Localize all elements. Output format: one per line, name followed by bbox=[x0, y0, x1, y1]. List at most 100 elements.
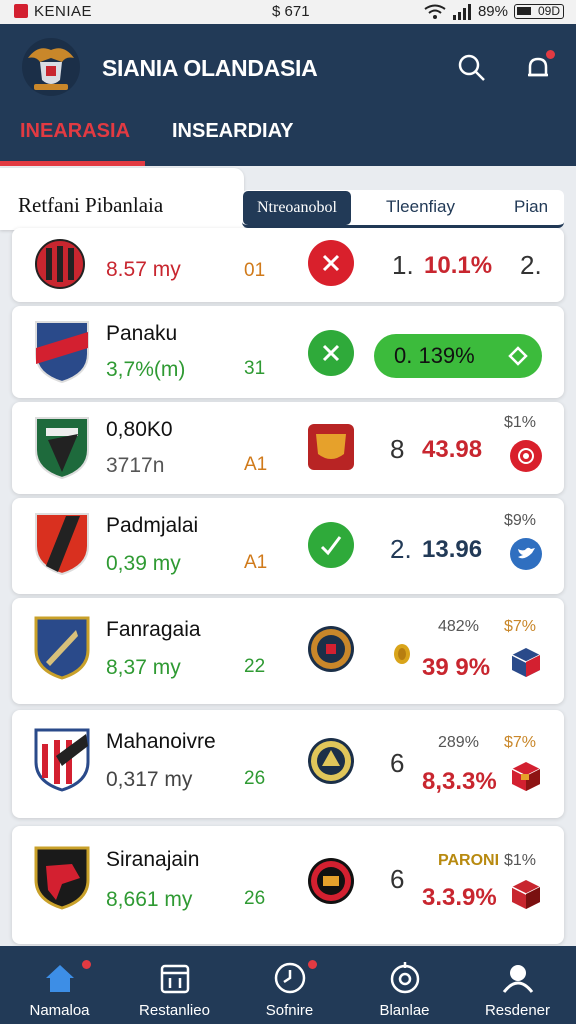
notifications-button[interactable] bbox=[518, 48, 558, 88]
row-percent: 3.3.9% bbox=[422, 884, 497, 911]
section-title: Retfani Pibanlaia bbox=[18, 193, 164, 217]
row-code: A1 bbox=[244, 454, 268, 475]
nav-schedule[interactable]: Restanlieo bbox=[117, 946, 232, 1024]
row-code: A1 bbox=[244, 552, 268, 573]
cube-icon[interactable] bbox=[510, 760, 542, 792]
team-crest-icon bbox=[35, 239, 85, 289]
status-bar: KENIAE $ 671 89% 09D bbox=[0, 0, 576, 24]
search-button[interactable] bbox=[452, 48, 492, 88]
row-code: 26 bbox=[244, 888, 266, 909]
search-icon bbox=[458, 54, 485, 81]
list-item[interactable]: Fanragaia 8,37 my 22 39 9% 482% $7% bbox=[12, 598, 564, 704]
nav-standings[interactable]: Blanlae bbox=[347, 946, 462, 1024]
signal-icon bbox=[452, 3, 471, 20]
club-emblem-icon bbox=[308, 738, 354, 784]
nav-label: Namaloa bbox=[29, 1002, 90, 1019]
home-icon bbox=[46, 965, 74, 992]
battery-percent: 89% bbox=[477, 3, 508, 20]
team-crest-icon bbox=[34, 616, 90, 680]
row-value: 8.57 my bbox=[106, 258, 181, 281]
row-value: 0,317 my bbox=[106, 768, 193, 791]
row-top-label: 289% bbox=[438, 734, 479, 751]
nav-profile[interactable]: Resdener bbox=[460, 946, 575, 1024]
app-notification-icon bbox=[14, 4, 28, 18]
team-crest-icon bbox=[34, 728, 90, 792]
row-top-label: 482% bbox=[438, 618, 479, 635]
swap-badge-icon[interactable] bbox=[308, 240, 354, 286]
pill-value: 0. 139% bbox=[394, 343, 475, 368]
team-name: Fanragaia bbox=[106, 618, 201, 641]
team-name: Panaku bbox=[106, 322, 178, 345]
app-header: SIANIA OLANDASIA INEARASIA INSEARDIAY bbox=[0, 24, 576, 166]
row-percent: 10.1% bbox=[424, 252, 493, 279]
check-badge-icon[interactable] bbox=[308, 522, 354, 568]
row-rank: 2. bbox=[390, 534, 412, 564]
bird-icon[interactable] bbox=[510, 538, 542, 570]
row-value: 0,39 my bbox=[106, 552, 181, 575]
highlight-pill[interactable]: 0. 139% bbox=[374, 334, 542, 378]
club-emblem-icon bbox=[308, 626, 354, 672]
status-center-text: $ 671 bbox=[272, 3, 310, 20]
tab-inearasia[interactable]: INEARASIA bbox=[20, 120, 130, 143]
tab-inseardiay[interactable]: INSEARDIAY bbox=[172, 120, 294, 143]
row-top-label-2: $7% bbox=[504, 734, 537, 751]
row-code: 31 bbox=[244, 358, 266, 379]
row-rank: 6 bbox=[390, 748, 405, 778]
wifi-icon bbox=[424, 4, 446, 19]
list-item[interactable]: Panaku 3,7%(m) 31 0. 139% bbox=[12, 306, 564, 398]
row-percent: 39 9% bbox=[422, 654, 491, 681]
list-item[interactable]: 8.57 my 01 1. 10.1% 2. bbox=[12, 228, 564, 302]
carrier-label: KENIAE bbox=[34, 3, 93, 20]
row-value: 3,7%(m) bbox=[106, 358, 186, 381]
clock-icon bbox=[274, 962, 306, 994]
nav-label: Resdener bbox=[484, 1002, 551, 1019]
coin-icon bbox=[386, 638, 418, 670]
row-code: 22 bbox=[244, 656, 266, 677]
row-rank: 1. bbox=[392, 250, 414, 280]
nav-label: Restanlieo bbox=[139, 1002, 210, 1019]
club-emblem-icon bbox=[308, 858, 354, 904]
row-percent: 43.98 bbox=[422, 436, 483, 463]
row-top-label: PARONI bbox=[438, 852, 500, 869]
diamond-icon bbox=[508, 346, 528, 366]
row-percent: 13.96 bbox=[422, 536, 483, 563]
row-top-label: $9% bbox=[504, 512, 537, 529]
profile-icon bbox=[502, 965, 534, 993]
team-crest-icon bbox=[35, 513, 89, 576]
target-icon bbox=[390, 962, 420, 994]
app-title: SIANIA OLANDASIA bbox=[102, 55, 318, 81]
club-emblem-icon bbox=[308, 424, 354, 470]
team-crest-icon bbox=[34, 846, 90, 910]
list-item[interactable]: 0,80K0 3717n A1 8 43.98 $1% bbox=[12, 402, 564, 494]
row-extra: 2. bbox=[520, 250, 542, 280]
row-value: 8,661 my bbox=[106, 888, 193, 911]
cube-icon[interactable] bbox=[510, 646, 542, 678]
team-name: Mahanoivre bbox=[106, 730, 216, 753]
swap-badge-icon[interactable] bbox=[308, 330, 354, 376]
team-name: Padmjalai bbox=[106, 514, 199, 537]
row-code: 26 bbox=[244, 768, 266, 789]
team-crest-icon bbox=[35, 321, 89, 384]
row-percent: 8,3.3% bbox=[422, 768, 497, 795]
target-icon[interactable] bbox=[510, 440, 542, 472]
active-tab-indicator bbox=[0, 161, 145, 166]
column-header-1[interactable]: Ntreoanobol bbox=[243, 191, 351, 225]
nav-badge-dot bbox=[308, 960, 317, 969]
column-header-2[interactable]: Tleenfiay bbox=[386, 197, 455, 217]
cube-icon[interactable] bbox=[510, 878, 542, 910]
row-top-label-2: $7% bbox=[504, 618, 537, 635]
list-item[interactable]: Padmjalai 0,39 my A1 2. 13.96 $9% bbox=[12, 498, 564, 594]
column-header-3[interactable]: Pian bbox=[514, 197, 548, 217]
list-item[interactable]: Mahanoivre 0,317 my 26 6 8,3.3% 289% $7% bbox=[12, 710, 564, 818]
row-top-label: $1% bbox=[504, 414, 537, 431]
status-right: 89% 09D bbox=[424, 3, 564, 20]
nav-live[interactable]: Sofnire bbox=[232, 946, 347, 1024]
row-code: 01 bbox=[244, 260, 266, 281]
nav-home[interactable]: Namaloa bbox=[2, 946, 117, 1024]
nav-label: Blanlae bbox=[379, 1002, 430, 1019]
list-item[interactable]: Siranajain 8,661 my 26 6 3.3.9% PARONI $… bbox=[12, 826, 564, 944]
team-crest-icon bbox=[35, 417, 89, 480]
bottom-navigation: Namaloa Restanlieo Sofnire Blanlae Resde… bbox=[0, 946, 576, 1024]
battery-icon: 09D bbox=[514, 4, 564, 19]
row-rank: 8 bbox=[390, 434, 405, 464]
